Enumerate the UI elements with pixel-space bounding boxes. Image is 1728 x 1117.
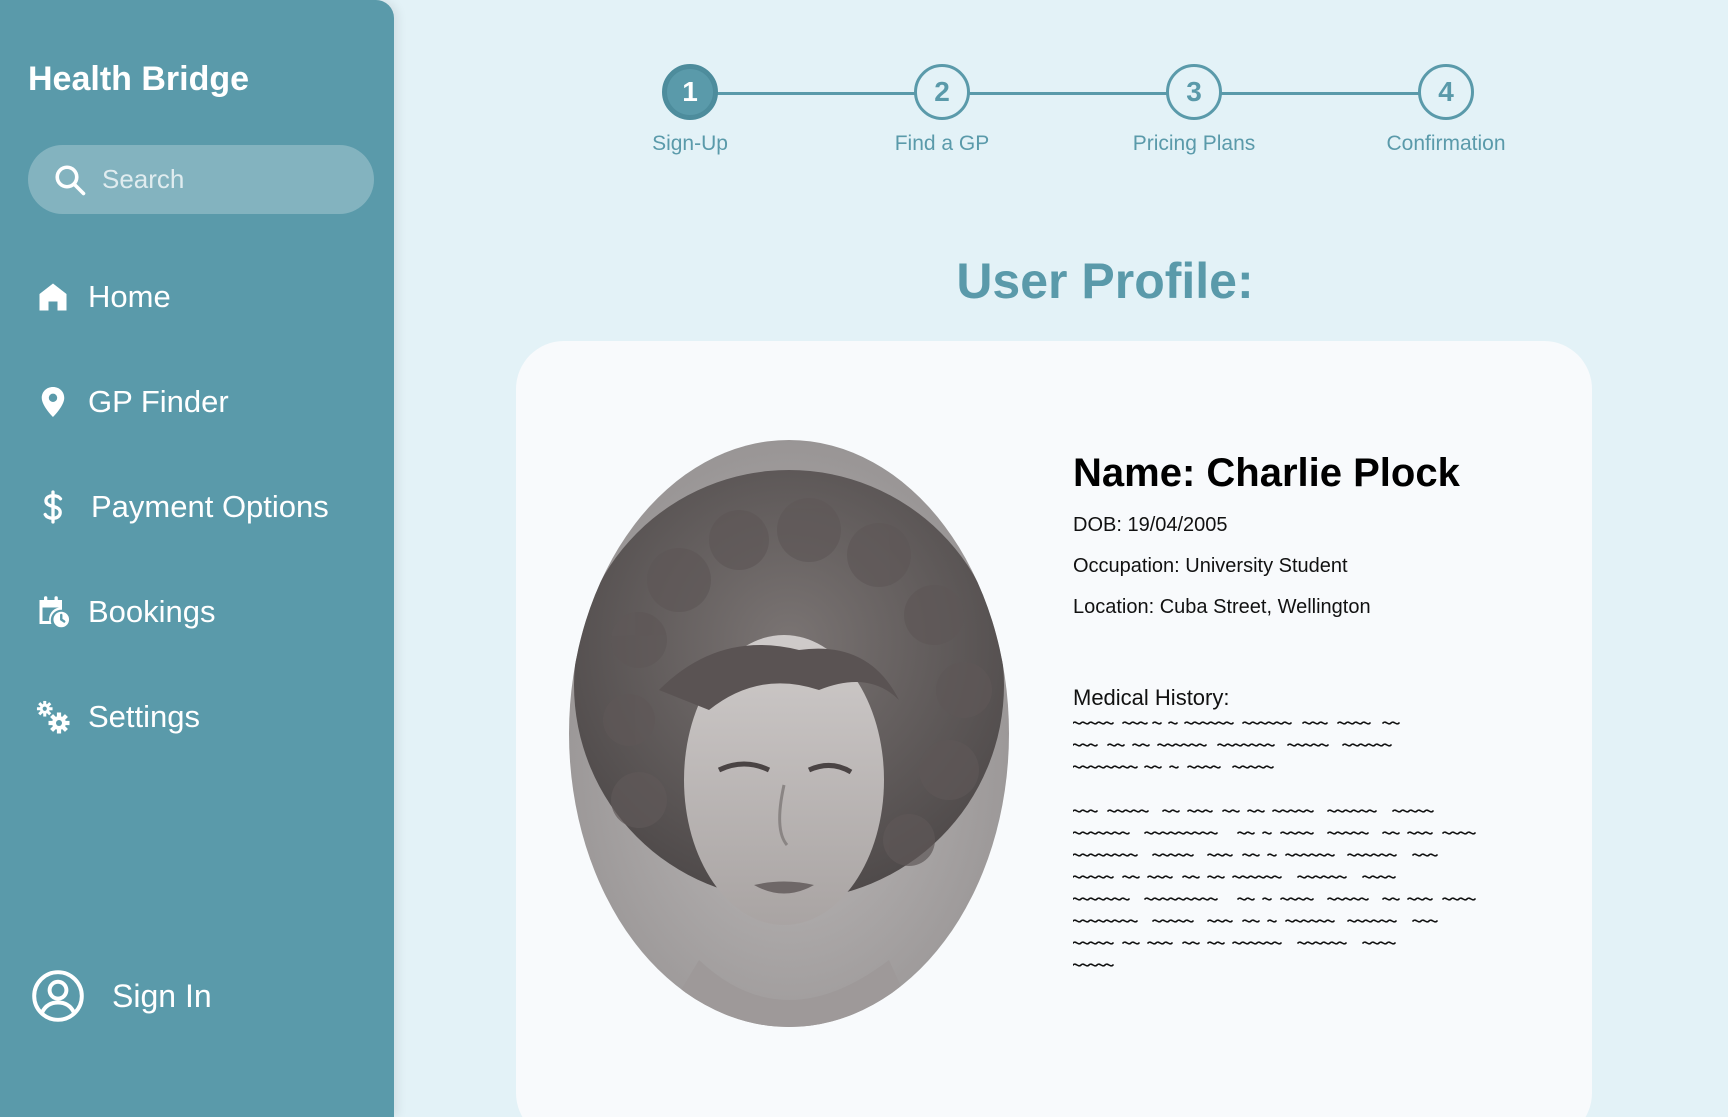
step-label: Confirmation — [1386, 132, 1506, 155]
sidebar-item-label: Settings — [88, 699, 201, 734]
profile-occupation: Occupation: University Student — [1073, 555, 1348, 577]
sidebar-item-settings[interactable]: Settings — [34, 698, 200, 736]
step-2[interactable]: 2 Find a GP — [862, 64, 1022, 156]
profile-location: Location: Cuba Street, Wellington — [1073, 596, 1371, 618]
step-4[interactable]: 4 Confirmation — [1366, 64, 1526, 156]
user-circle-icon — [32, 970, 84, 1022]
step-label: Pricing Plans — [1132, 132, 1256, 155]
brand-title: Health Bridge — [28, 60, 250, 98]
sidebar-item-payment-options[interactable]: Payment Options — [34, 488, 329, 526]
step-label: Find a GP — [894, 132, 990, 155]
stepper-line — [690, 92, 1450, 95]
sidebar-item-label: Payment Options — [91, 489, 329, 524]
sign-in-label: Sign In — [112, 977, 212, 1014]
calendar-clock-icon — [34, 593, 72, 631]
step-number: 3 — [1166, 64, 1222, 120]
sidebar-item-label: GP Finder — [88, 384, 229, 419]
step-3[interactable]: 3 Pricing Plans — [1114, 64, 1274, 156]
profile-info: Name: Charlie Plock DOB: 19/04/2005 Occu… — [1073, 451, 1553, 975]
sign-in-button[interactable]: Sign In — [30, 968, 212, 1024]
search-placeholder: Search — [102, 164, 185, 194]
sidebar-item-gp-finder[interactable]: GP Finder — [34, 383, 229, 421]
page-title-wrap: User Profile: — [0, 252, 1728, 310]
dollar-icon — [34, 488, 72, 526]
progress-stepper: 1 Sign-Up 2 Find a GP 3 Pricing Plans 4 … — [600, 64, 1550, 174]
medical-history-scribble — [1073, 721, 1476, 967]
location-pin-icon — [34, 383, 72, 421]
page-title: User Profile: — [956, 253, 1254, 309]
sidebar-item-bookings[interactable]: Bookings — [34, 593, 216, 631]
profile-card: Name: Charlie Plock DOB: 19/04/2005 Occu… — [516, 341, 1592, 1117]
step-number: 1 — [662, 64, 718, 120]
step-1[interactable]: 1 Sign-Up — [610, 64, 770, 156]
profile-name: Name: Charlie Plock — [1073, 451, 1460, 495]
gears-icon — [34, 698, 72, 736]
search-icon — [55, 164, 86, 195]
medical-history-title: Medical History: — [1073, 685, 1230, 710]
step-label: Sign-Up — [652, 132, 728, 155]
sidebar-item-label: Bookings — [88, 594, 216, 629]
profile-dob: DOB: 19/04/2005 — [1073, 514, 1228, 536]
step-number: 4 — [1418, 64, 1474, 120]
sidebar: Health Bridge Search Home GP Finder Paym… — [0, 0, 394, 1117]
profile-photo — [569, 440, 1009, 1027]
step-number: 2 — [914, 64, 970, 120]
search-input[interactable]: Search — [28, 145, 374, 214]
